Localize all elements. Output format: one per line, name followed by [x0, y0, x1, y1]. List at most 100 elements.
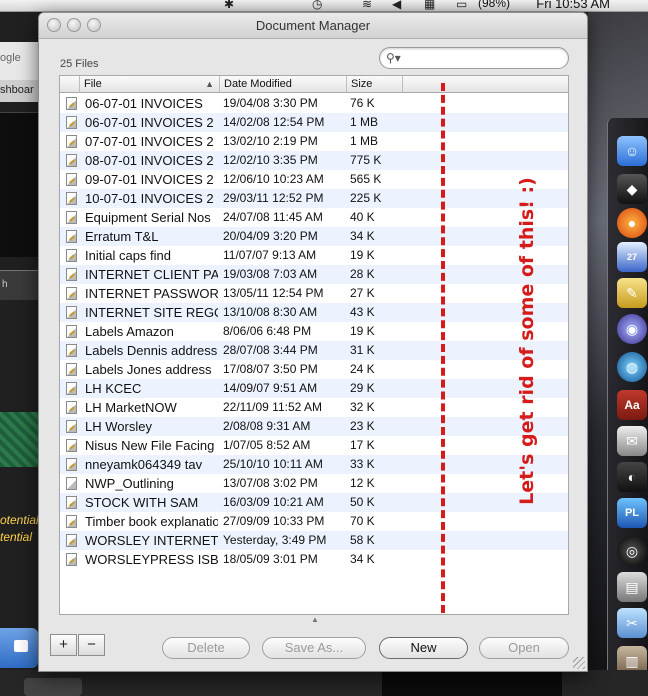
document-icon	[66, 477, 77, 490]
date-modified-cell: 12/06/10 10:23 AM	[223, 172, 324, 186]
table-row[interactable]: 08-07-01 INVOICES 2 12/02/10 3:35 PM 775 K	[60, 151, 568, 170]
document-icon	[66, 325, 77, 338]
date-modified-cell: 28/07/08 3:44 PM	[223, 343, 318, 357]
camera-icon[interactable]: ◎	[617, 536, 647, 566]
table-row[interactable]: 09-07-01 INVOICES 2 12/06/10 10:23 AM 565 …	[60, 170, 568, 189]
table-row[interactable]: WORSLEY INTERNET Yesterday, 3:49 PM 58 K	[60, 531, 568, 550]
table-row[interactable]: INTERNET SITE REGO, 13/10/08 8:30 AM 43 K	[60, 303, 568, 322]
title-bar[interactable]: Document Manager	[39, 13, 587, 39]
table-row[interactable]: 06-07-01 INVOICES 19/04/08 3:30 PM 76 K	[60, 94, 568, 113]
open-button[interactable]: Open	[479, 637, 569, 659]
search-input[interactable]	[406, 51, 561, 66]
save-as-button[interactable]: Save As...	[262, 637, 366, 659]
table-row[interactable]: Labels Jones address 17/08/07 3:50 PM 24 K	[60, 360, 568, 379]
background-panel	[382, 672, 562, 696]
document-icon	[66, 401, 77, 414]
minimize-button[interactable]	[67, 18, 81, 32]
background-control	[24, 678, 82, 696]
document-icon	[66, 420, 77, 433]
table-row[interactable]: nneyamk064349 tav 25/10/10 10:11 AM 33 K	[60, 455, 568, 474]
table-row[interactable]: LH Worsley 2/08/08 9:31 AM 23 K	[60, 417, 568, 436]
table-row[interactable]: 10-07-01 INVOICES 2 29/03/11 12:52 PM 225 …	[60, 189, 568, 208]
calendar-icon[interactable]: 27	[617, 242, 647, 272]
photos-icon[interactable]: ▤	[617, 572, 647, 602]
table-row[interactable]: Labels Dennis address 28/07/08 3:44 PM 31 …	[60, 341, 568, 360]
file-name-cell: WORSLEY INTERNET	[85, 533, 218, 548]
system-icon[interactable]: ◉	[617, 314, 647, 344]
delete-button[interactable]: Delete	[162, 637, 250, 659]
column-header-file[interactable]: File ▲	[80, 76, 220, 93]
globe-icon[interactable]: ◍	[617, 352, 647, 382]
document-icon	[66, 249, 77, 262]
dictionary-icon[interactable]: Aa	[617, 390, 647, 420]
table-row[interactable]: INTERNET PASSWORDS 13/05/11 12:54 PM 27 K	[60, 284, 568, 303]
size-cell: 58 K	[350, 533, 375, 547]
size-cell: 12 K	[350, 476, 375, 490]
document-icon	[66, 211, 77, 224]
bluetooth-icon[interactable]: ✱	[224, 0, 234, 11]
size-cell: 28 K	[350, 267, 375, 281]
volume-icon[interactable]: ◀	[392, 0, 401, 11]
finder-icon[interactable]: ☺	[617, 136, 647, 166]
document-manager-window: Document Manager 25 Files ⚲▾ File ▲ Date…	[38, 12, 588, 672]
table-row[interactable]: 06-07-01 INVOICES 2 14/02/08 12:54 PM 1 MB	[60, 113, 568, 132]
column-header-date-modified[interactable]: Date Modified	[220, 76, 347, 93]
search-icon[interactable]: ⚲▾	[386, 51, 401, 65]
table-row[interactable]: LH MarketNOW 22/11/09 11:52 AM 32 K	[60, 398, 568, 417]
graphic-app-icon[interactable]: ✂	[617, 608, 647, 638]
new-button[interactable]: New	[379, 637, 468, 659]
document-icon	[66, 287, 77, 300]
zoom-button[interactable]	[87, 18, 101, 32]
date-modified-cell: Yesterday, 3:49 PM	[223, 533, 327, 547]
document-icon	[66, 268, 77, 281]
table-row[interactable]: Labels Amazon 8/06/06 6:48 PM 19 K	[60, 322, 568, 341]
table-row[interactable]: STOCK WITH SAM 16/03/09 10:21 AM 50 K	[60, 493, 568, 512]
file-name-cell: LH Worsley	[85, 419, 152, 434]
column-header-label: File	[84, 78, 102, 90]
close-button[interactable]	[47, 18, 61, 32]
table-row[interactable]: NWP_Outlining 13/07/08 3:02 PM 12 K	[60, 474, 568, 493]
table-row[interactable]: WORSLEYPRESS ISBN I 18/05/09 3:01 PM 34 K	[60, 550, 568, 569]
size-cell: 17 K	[350, 438, 375, 452]
firefox-icon[interactable]: ●	[617, 208, 647, 238]
background-blue-button[interactable]	[0, 628, 38, 668]
add-button[interactable]: +	[50, 634, 77, 656]
date-modified-cell: 1/07/05 8:52 AM	[223, 438, 311, 452]
size-cell: 34 K	[350, 552, 375, 566]
input-menu-icon[interactable]: ▦	[424, 0, 435, 11]
dashboard-icon[interactable]: ◐	[617, 462, 647, 492]
file-name-cell: WORSLEYPRESS ISBN I	[85, 552, 218, 567]
table-row[interactable]: Initial caps find 11/07/07 9:13 AM 19 K	[60, 246, 568, 265]
background-dashboard-tab[interactable]: shboar	[0, 80, 38, 102]
search-field[interactable]: ⚲▾	[379, 47, 569, 69]
date-modified-cell: 14/09/07 9:51 AM	[223, 381, 318, 395]
date-modified-cell: 18/05/09 3:01 PM	[223, 552, 318, 566]
background-search-field[interactable]: h	[0, 270, 38, 300]
wifi-icon[interactable]: ≋	[362, 0, 372, 11]
file-name-cell: Erratum T&L	[85, 229, 159, 244]
remove-button[interactable]: −	[78, 634, 105, 656]
icon-column-header[interactable]	[60, 76, 80, 93]
document-icon	[66, 496, 77, 509]
table-row[interactable]: Nisus New File Facing 1/07/05 8:52 AM 17 K	[60, 436, 568, 455]
stickies-icon[interactable]: ✎	[617, 278, 647, 308]
time-machine-icon[interactable]: ◷	[312, 0, 322, 11]
table-row[interactable]: Timber book explanation 27/09/09 10:33 PM…	[60, 512, 568, 531]
calendar-date: 27	[626, 252, 637, 262]
split-handle-icon[interactable]: ▲	[311, 615, 319, 624]
app-icon[interactable]: ◆	[617, 174, 647, 204]
file-name-cell: 08-07-01 INVOICES 2	[85, 153, 214, 168]
battery-icon[interactable]: ▭	[456, 0, 467, 11]
column-header-size[interactable]: Size	[347, 76, 403, 93]
file-name-cell: 06-07-01 INVOICES 2	[85, 115, 214, 130]
resize-grip-icon[interactable]	[573, 657, 585, 669]
document-icon	[66, 458, 77, 471]
background-tab[interactable]: ogle	[0, 52, 21, 64]
table-row[interactable]: LH KCEC 14/09/07 9:51 AM 29 K	[60, 379, 568, 398]
table-row[interactable]: Equipment Serial Nos 24/07/08 11:45 AM 40 …	[60, 208, 568, 227]
table-row[interactable]: INTERNET CLIENT PASS 19/03/08 7:03 AM 28 K	[60, 265, 568, 284]
preview-icon[interactable]: ✉	[617, 426, 647, 456]
table-row[interactable]: Erratum T&L 20/04/09 3:20 PM 34 K	[60, 227, 568, 246]
menu-clock[interactable]: Fri 10:53 AM	[536, 0, 610, 11]
table-row[interactable]: 07-07-01 INVOICES 2 13/02/10 2:19 PM 1 MB	[60, 132, 568, 151]
